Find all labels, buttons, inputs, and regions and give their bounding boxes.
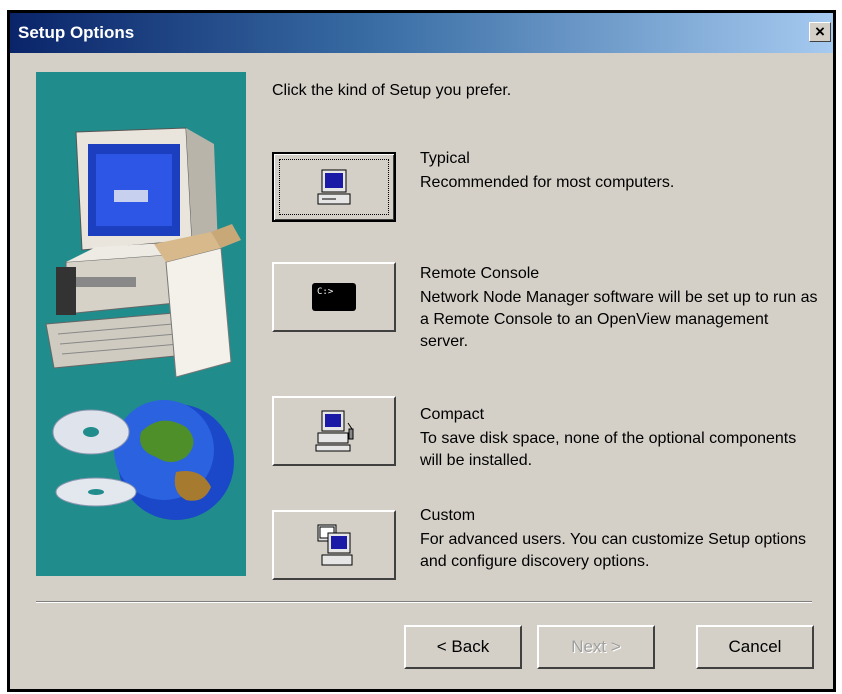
monitor-icon	[317, 169, 351, 205]
compact-description: To save disk space, none of the optional…	[420, 430, 797, 469]
compact-option-button[interactable]	[272, 396, 396, 466]
custom-description: For advanced users. You can customize Se…	[420, 531, 807, 570]
title-bar[interactable]: Setup Options ×	[10, 13, 833, 53]
typical-option-button[interactable]	[272, 152, 396, 222]
console-icon: C:>	[312, 283, 356, 311]
close-button[interactable]: ×	[809, 22, 831, 42]
remote-console-description: Network Node Manager software will be se…	[420, 289, 818, 350]
setup-prompt: Click the kind of Setup you prefer.	[272, 82, 512, 99]
separator	[36, 601, 812, 603]
computer-globe-illustration	[45, 127, 241, 520]
remote-console-title: Remote Console	[420, 265, 540, 282]
custom-option-button[interactable]	[272, 510, 396, 580]
typical-title: Typical	[420, 150, 470, 167]
custom-title: Custom	[420, 507, 476, 524]
custom-computer-icon	[317, 524, 353, 566]
cancel-button[interactable]: Cancel	[696, 625, 814, 669]
back-button[interactable]: < Back	[404, 625, 522, 669]
setup-illustration	[36, 72, 246, 576]
compact-computer-icon	[315, 410, 354, 452]
close-icon: ×	[815, 22, 825, 41]
compact-title: Compact	[420, 406, 485, 423]
next-button[interactable]: Next >	[537, 625, 655, 669]
window-title: Setup Options	[18, 23, 135, 42]
svg-text:C:>: C:>	[317, 287, 334, 297]
typical-description: Recommended for most computers.	[420, 174, 675, 191]
remote-console-option-button[interactable]: C:>	[272, 262, 396, 332]
